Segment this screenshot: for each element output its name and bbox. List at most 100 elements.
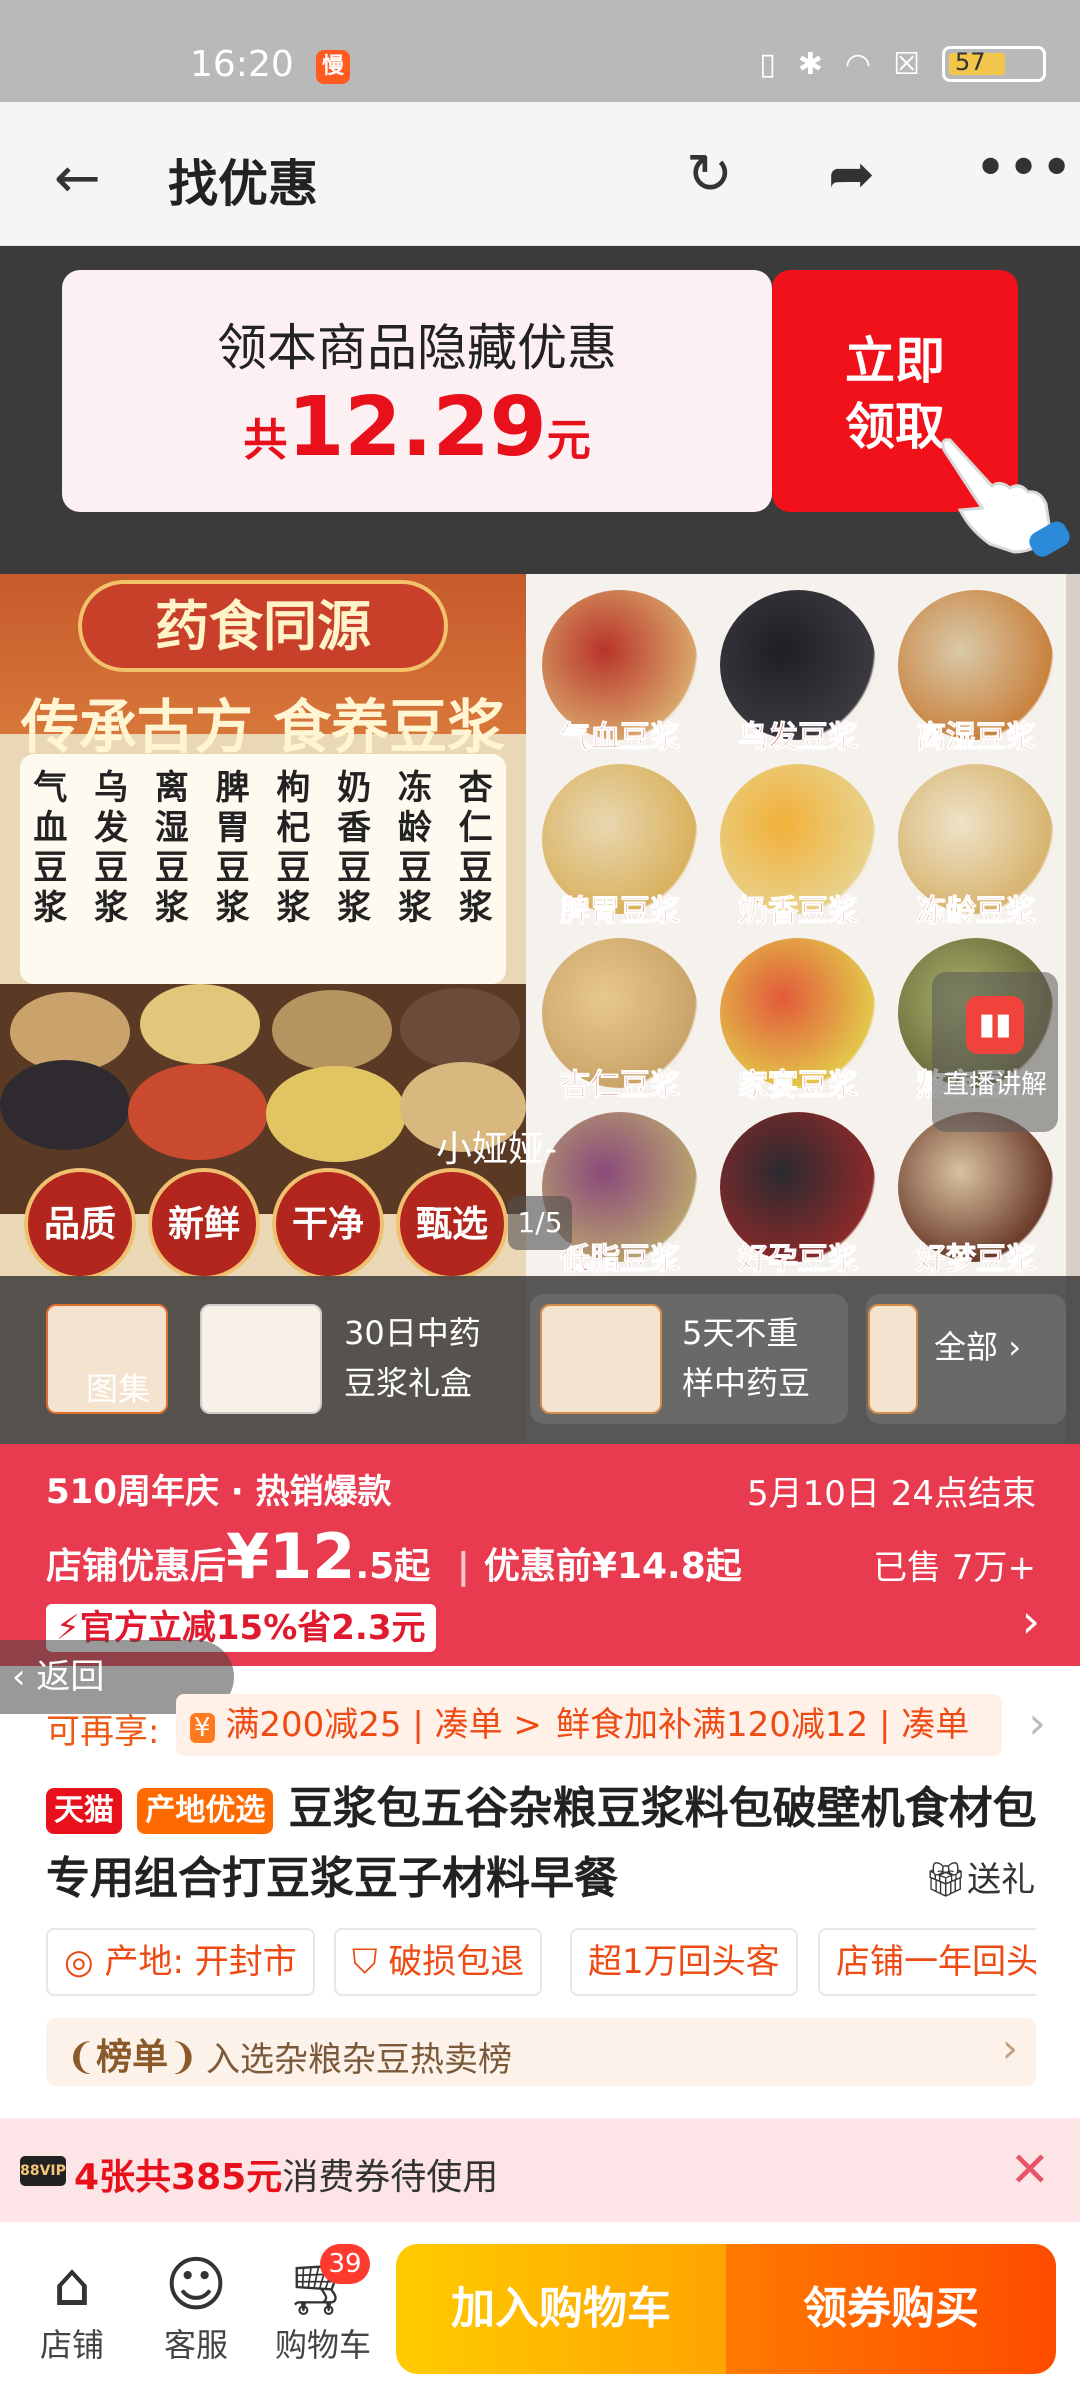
ranking-bar[interactable]: ❨榜单❩ 入选杂粮杂豆热卖榜 ›: [46, 2018, 1036, 2086]
promo-before-price: 优惠前¥14.8起: [483, 1546, 742, 1587]
tag-repeat-buyers[interactable]: 超1万回头客: [570, 1928, 798, 1996]
vip-badge: 88VIP: [20, 2156, 66, 2186]
promo-sold-count: 已售 7万+: [873, 1548, 1036, 1588]
more-coupons-label: 可再享:: [46, 1712, 160, 1752]
nav-cart-label: 购物车: [274, 2326, 371, 2364]
coupon-icon: ¥: [190, 1713, 215, 1743]
feature-selected: 甄选: [396, 1168, 508, 1280]
tag-store-text: 店铺一年回头: [836, 1942, 1036, 1982]
flavor-grid-cell: 奶香豆浆: [710, 756, 886, 930]
coupon-chip-text: 满200减25 | 凑单 >: [225, 1705, 542, 1745]
promo-price: 店铺优惠后¥12.5起 | 优惠前¥14.8起: [46, 1520, 742, 1593]
buy-with-coupon-button[interactable]: 领券购买: [726, 2244, 1056, 2374]
live-explain-button[interactable]: ▮▮ 直播讲解: [932, 972, 1058, 1132]
poster-flavor-item: 奶香豆浆: [337, 768, 372, 928]
status-icons: ▯ ✱ ◠ ☒ 57: [759, 46, 1046, 82]
ranking-text: 入选杂粮杂豆热卖榜: [206, 2040, 512, 2080]
flavor-grid-label: 好孕豆浆: [738, 1242, 859, 1278]
coupon-value: 12.29: [287, 380, 547, 475]
flavor-grid-cell: 低脂豆浆: [532, 1104, 708, 1278]
tag-damage-return[interactable]: ⛉ 破损包退: [334, 1928, 543, 1996]
view-all-button[interactable]: 全部 ›: [934, 1322, 1021, 1368]
flavor-grid-label: 奶香豆浆: [738, 894, 859, 930]
store-icon: ⌂: [52, 2250, 92, 2320]
flavor-grid-label: 乌发豆浆: [738, 720, 859, 756]
cart-count-badge: 39: [320, 2244, 370, 2284]
poster-flavor-item: 杏仁豆浆: [458, 768, 493, 928]
flavor-grid-cell: 离湿豆浆: [888, 582, 1064, 756]
thumb-card-2[interactable]: 5天不重 样中药豆: [530, 1294, 848, 1424]
more-icon[interactable]: •••: [974, 136, 1073, 201]
chevron-left-icon: ‹: [12, 1657, 37, 1697]
thumb-card-1[interactable]: 图集 30日中药 豆浆礼盒: [36, 1294, 516, 1424]
thumb-image-partial: [868, 1304, 918, 1414]
poster-flavor-item: 乌发豆浆: [94, 768, 129, 928]
flavor-grid-label: 冻龄豆浆: [916, 894, 1037, 930]
live-label: 直播讲解: [942, 1070, 1047, 1100]
chevron-right-icon[interactable]: ›: [1028, 1698, 1046, 1749]
chevron-right-icon: ›: [1008, 1328, 1021, 1366]
product-title: 天猫 产地优选 豆浆包五谷杂粮豆浆料包破壁机食材包专用组合打豆浆豆子材料早餐: [46, 1774, 1046, 1914]
wifi-icon: ◠: [844, 46, 872, 82]
tmall-badge: 天猫: [46, 1788, 122, 1834]
promo-event: 510周年庆 · 热销爆款: [46, 1472, 392, 1512]
voucher-desc: 消费券待使用: [282, 2157, 499, 2198]
coupon-chip-1[interactable]: ¥ 满200减25 | 凑单 >: [176, 1694, 556, 1756]
nav-service[interactable]: ☺ 客服: [146, 2250, 246, 2366]
return-label: 返回: [36, 1657, 105, 1697]
thumb-image-giftbox: [200, 1304, 322, 1414]
refresh-icon[interactable]: ↻: [686, 142, 733, 207]
ranking-badge-text: 榜单: [96, 2037, 169, 2078]
watermark-text: 小娅娅-: [436, 1129, 557, 1170]
poster-flavor-item: 气血豆浆: [33, 768, 68, 928]
voucher-text: 4张共385元消费券待使用: [74, 2148, 498, 2200]
chevron-right-icon[interactable]: ›: [1022, 1594, 1040, 1648]
tag-origin[interactable]: ◎ 产地: 开封市: [46, 1928, 315, 1996]
coupon-prefix: 共: [243, 415, 288, 466]
sim-off-icon: ☒: [893, 46, 920, 82]
poster-slogan: 传承古方 食养豆浆: [20, 693, 506, 761]
location-icon: ◎: [64, 1942, 105, 1982]
battery-level: 57: [955, 48, 986, 76]
poster-flavor-item: 离湿豆浆: [154, 768, 189, 928]
tag-store-repeat[interactable]: 店铺一年回头: [818, 1928, 1036, 1996]
close-icon[interactable]: ✕: [1010, 2142, 1050, 2198]
flavor-grid-cell: 脾胃豆浆: [532, 756, 708, 930]
voucher-bar[interactable]: 88VIP 4张共385元消费券待使用 ✕: [0, 2118, 1080, 2222]
ranking-badge: ❨榜单❩: [66, 2037, 199, 2078]
thumb-image-beans: [540, 1304, 662, 1414]
flavor-grid-cell: 气血豆浆: [532, 582, 708, 756]
status-bar: 16:20 慢 ▯ ✱ ◠ ☒ 57: [0, 0, 1080, 102]
promo-after-price: ¥12: [226, 1520, 356, 1593]
coupon-chip-2[interactable]: 鲜食加补满120减12 | 凑单: [542, 1694, 1002, 1756]
thumb-text-line1: 5天不重: [682, 1314, 799, 1352]
coupon-unit: 元: [546, 415, 591, 466]
promo-after-suffix: 起: [394, 1546, 431, 1587]
shield-check-icon: ⛉: [352, 1942, 389, 1982]
bluetooth-icon: ✱: [797, 46, 823, 82]
add-to-cart-button[interactable]: 加入购物车: [396, 2244, 726, 2374]
battery-icon: 57: [942, 46, 1046, 82]
hidden-coupon-card[interactable]: 领本商品隐藏优惠 共12.29元: [62, 270, 772, 512]
app-notification-icon: 慢: [316, 50, 350, 84]
thumbnail-strip: 图集 30日中药 豆浆礼盒 5天不重 样中药豆 全部 ›: [0, 1276, 1080, 1444]
flavor-grid-cell: 好孕豆浆: [710, 1104, 886, 1278]
promo-end-time: 5月10日 24点结束: [747, 1474, 1036, 1514]
flavor-grid-cell: 冻龄豆浆: [888, 756, 1064, 930]
product-title-block: 天猫 产地优选 豆浆包五谷杂粮豆浆料包破壁机食材包专用组合打豆浆豆子材料早餐: [46, 1774, 1046, 1914]
share-icon[interactable]: ➦: [828, 142, 875, 207]
service-icon: ☺: [164, 2250, 228, 2320]
live-icon: ▮▮: [966, 996, 1024, 1054]
status-time: 16:20: [190, 44, 294, 85]
promo-band[interactable]: 510周年庆 · 热销爆款 5月10日 24点结束 店铺优惠后¥12.5起 | 优…: [0, 1444, 1080, 1666]
more-coupons-row: 可再享: ¥ 满200减25 | 凑单 > 鲜食加补满120减12 | 凑单 ›: [46, 1694, 1046, 1756]
flavor-grid-label: 脾胃豆浆: [560, 894, 681, 930]
gift-button[interactable]: 🎁︎送礼: [924, 1852, 1035, 1901]
flavor-grid-cell: 杏仁豆浆: [532, 930, 708, 1104]
feature-clean: 干净: [272, 1168, 384, 1280]
back-arrow-icon[interactable]: ←: [54, 146, 101, 211]
view-all-label: 全部: [934, 1328, 999, 1366]
thumb-caption: 图集: [86, 1370, 151, 1408]
nav-store[interactable]: ⌂ 店铺: [22, 2250, 122, 2366]
feature-fresh: 新鲜: [148, 1168, 260, 1280]
